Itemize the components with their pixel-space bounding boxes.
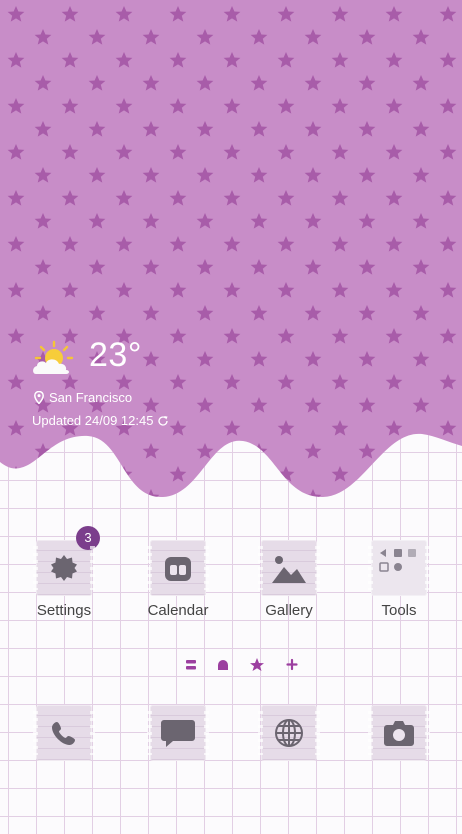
gear-icon [51, 555, 77, 581]
location-label: San Francisco [49, 390, 133, 405]
calendar-tile [147, 540, 209, 596]
location-pin-icon [34, 391, 44, 404]
phone-tile [33, 705, 95, 761]
refresh-icon[interactable] [157, 415, 169, 427]
camera-icon [384, 721, 414, 746]
dock-phone[interactable] [24, 705, 104, 761]
app-label: Calendar [147, 602, 209, 619]
app-label: Settings [36, 602, 92, 619]
browser-globe-icon [275, 719, 303, 747]
app-settings[interactable]: 3 Settings [24, 526, 104, 619]
app-tools[interactable]: Tools [359, 540, 439, 619]
sun-behind-cloud-icon [33, 340, 74, 374]
dock-browser[interactable] [249, 705, 329, 761]
tools-folder-tile [368, 540, 430, 596]
updated-row: Updated 24/09 12:45 [32, 413, 169, 428]
tools-folder-icon [379, 549, 416, 572]
settings-tile: 3 [33, 526, 100, 596]
calendar-icon [165, 557, 191, 581]
plus-icon[interactable] [286, 658, 298, 671]
app-calendar[interactable]: Calendar [138, 540, 218, 619]
app-label: Gallery [265, 602, 313, 619]
phone-icon [52, 722, 75, 745]
gallery-tile [258, 540, 320, 596]
app-gallery[interactable]: Gallery [249, 540, 329, 619]
notification-badge: 3 [76, 526, 100, 550]
camera-tile [368, 705, 430, 761]
dock-messages[interactable] [138, 705, 218, 761]
updated-label: Updated 24/09 12:45 [32, 413, 154, 428]
page-indicator[interactable] [186, 656, 306, 674]
temperature: 23° [89, 336, 142, 374]
browser-tile [258, 705, 320, 761]
star-icon[interactable] [250, 658, 264, 671]
app-label: Tools [381, 602, 417, 619]
location-row: San Francisco [34, 390, 132, 405]
messages-tile [147, 705, 209, 761]
image-icon [272, 556, 306, 583]
home-icon[interactable] [218, 660, 228, 670]
menu-icon[interactable] [186, 660, 196, 670]
star-wallpaper [0, 0, 462, 498]
message-icon [161, 720, 195, 747]
dock-camera[interactable] [359, 705, 439, 761]
